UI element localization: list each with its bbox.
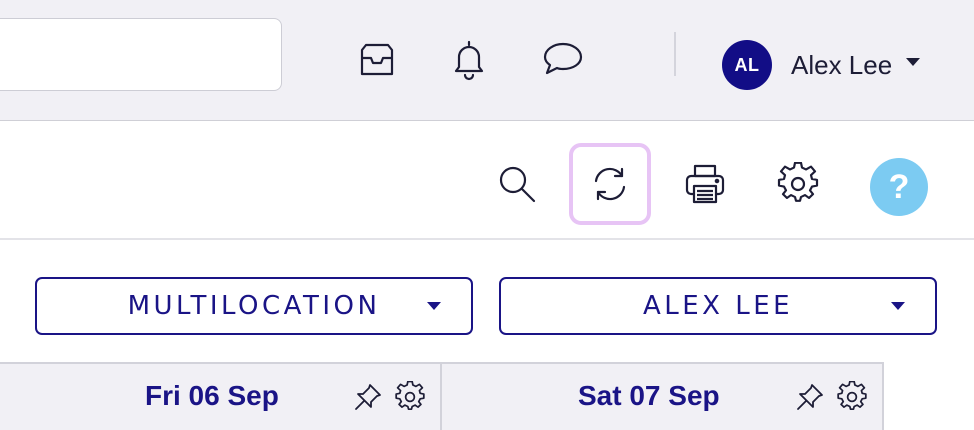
gear-icon[interactable]	[394, 380, 426, 413]
help-button[interactable]: ?	[870, 158, 928, 216]
avatar[interactable]: AL	[722, 40, 772, 90]
chat-icon[interactable]	[540, 38, 586, 84]
day-label: Sat 07 Sep	[578, 380, 720, 411]
gear-icon[interactable]	[836, 380, 868, 413]
pin-icon[interactable]	[794, 381, 826, 413]
day-label: Fri 06 Sep	[145, 380, 279, 411]
location-dropdown[interactable]: MULTILOCATION	[35, 277, 473, 335]
top-header: AL Alex Lee	[0, 0, 974, 121]
chevron-down-icon	[427, 302, 441, 310]
user-name[interactable]: Alex Lee	[791, 50, 892, 80]
day-column-header: Fri 06 Sep	[0, 364, 442, 430]
print-button[interactable]	[664, 143, 746, 225]
search-icon	[499, 166, 536, 203]
day-header-row: Fri 06 Sep Sat 07 Sep	[0, 362, 884, 430]
chevron-down-icon[interactable]	[906, 58, 920, 66]
pin-icon[interactable]	[352, 381, 384, 413]
refresh-icon	[594, 167, 626, 201]
settings-button[interactable]	[757, 143, 839, 225]
refresh-button[interactable]	[569, 143, 651, 225]
help-icon: ?	[888, 167, 910, 206]
printer-icon	[685, 164, 725, 204]
bell-icon[interactable]	[446, 38, 492, 84]
person-dropdown[interactable]: ALEX LEE	[499, 277, 937, 335]
inbox-icon[interactable]	[354, 38, 400, 84]
toolbar	[0, 121, 974, 240]
day-column-header: Sat 07 Sep	[442, 364, 882, 430]
person-dropdown-label: ALEX LEE	[642, 291, 794, 321]
chevron-down-icon	[891, 302, 905, 310]
location-dropdown-label: MULTILOCATION	[127, 291, 381, 321]
search-button[interactable]	[476, 143, 558, 225]
global-search-input[interactable]	[0, 18, 282, 91]
header-divider	[674, 32, 676, 76]
gear-icon	[777, 162, 819, 202]
